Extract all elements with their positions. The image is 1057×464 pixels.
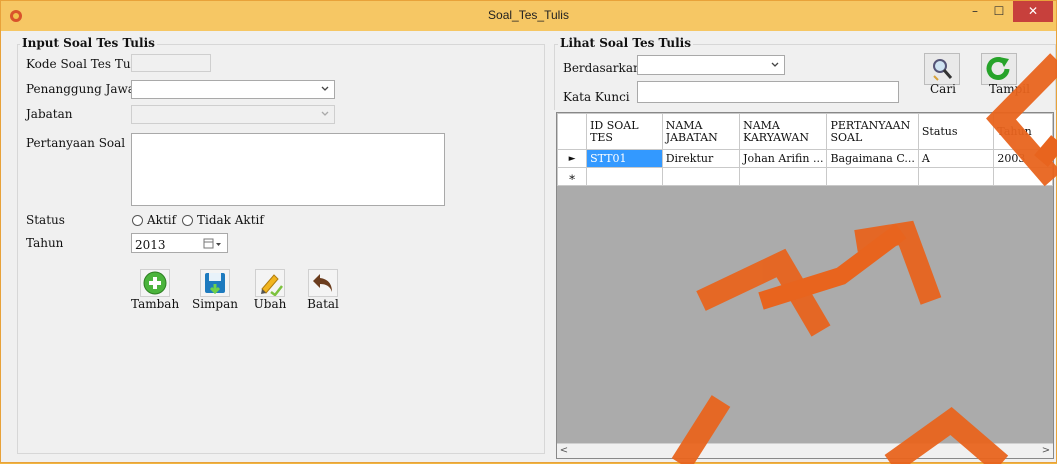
berdasarkan-select[interactable] — [637, 55, 785, 75]
undo-icon — [313, 274, 332, 292]
row-marker[interactable]: ∗ — [557, 167, 588, 186]
cari-button[interactable] — [924, 53, 960, 85]
tampil-label: Tampil — [989, 82, 1030, 96]
berdasarkan-label: Berdasarkan — [563, 61, 641, 75]
table-cell[interactable]: Direktur — [661, 149, 741, 168]
close-button[interactable]: ✕ — [1013, 1, 1053, 22]
kata-kunci-label: Kata Kunci — [563, 90, 630, 104]
table-cell[interactable] — [661, 167, 741, 186]
table-row[interactable]: ► STT01 Direktur Johan Arifin ... Bagaim… — [557, 149, 1053, 168]
table-cell[interactable] — [739, 167, 828, 186]
simpan-label: Simpan — [191, 297, 238, 311]
app-window: Soal_Tes_Tulis – ☐ ✕ Input Soal Tes Tuli… — [0, 0, 1057, 464]
column-header[interactable]: NAMA KARYAWAN — [739, 113, 828, 150]
refresh-icon — [986, 57, 1010, 80]
pertanyaan-textarea[interactable] — [131, 133, 445, 206]
chevron-down-icon — [771, 62, 779, 67]
table-cell[interactable] — [917, 167, 995, 186]
column-header[interactable]: Status — [917, 113, 995, 150]
table-cell[interactable] — [586, 167, 663, 186]
pertanyaan-label: Pertanyaan Soal — [26, 136, 126, 150]
scroll-left-button[interactable]: < — [557, 444, 571, 458]
table-header-row: ID SOAL TES NAMA JABATAN NAMA KARYAWAN P… — [557, 113, 1053, 150]
calendar-icon — [203, 238, 221, 249]
jabatan-label: Jabatan — [26, 107, 73, 121]
column-header[interactable]: ID SOAL TES — [586, 113, 663, 150]
status-aktif-radio[interactable]: Aktif — [132, 213, 176, 227]
batal-label: Batal — [307, 297, 339, 311]
title-bar[interactable]: Soal_Tes_Tulis – ☐ ✕ — [1, 1, 1056, 31]
column-header[interactable]: PERTANYAAN SOAL — [826, 113, 919, 150]
kode-field[interactable] — [131, 54, 211, 72]
jabatan-select[interactable] — [131, 105, 335, 124]
table-cell[interactable]: 2003 — [993, 149, 1053, 168]
penanggung-label: Penanggung Jawab — [26, 82, 143, 96]
window-title: Soal_Tes_Tulis — [488, 8, 569, 22]
tambah-button[interactable]: Tambah — [131, 269, 179, 311]
add-icon — [143, 271, 167, 295]
table-cell[interactable] — [826, 167, 919, 186]
cari-label: Cari — [930, 82, 956, 96]
maximize-button[interactable]: ☐ — [987, 1, 1011, 22]
table-cell[interactable]: Bagaimana C... — [826, 149, 919, 168]
status-label: Status — [26, 213, 65, 227]
status-tidak-label: Tidak Aktif — [197, 213, 264, 227]
status-tidak-aktif-radio[interactable]: Tidak Aktif — [182, 213, 264, 227]
tambah-label: Tambah — [131, 297, 180, 311]
save-icon — [205, 273, 225, 295]
scroll-right-button[interactable]: > — [1039, 444, 1053, 458]
tahun-datepicker[interactable]: 2013 — [131, 233, 228, 253]
penanggung-select[interactable] — [131, 80, 335, 99]
chevron-down-icon — [321, 111, 329, 116]
column-header[interactable]: NAMA JABATAN — [661, 113, 741, 150]
row-header-corner — [557, 113, 588, 150]
ubah-label: Ubah — [253, 297, 287, 311]
search-icon — [933, 59, 953, 81]
ubah-button[interactable]: Ubah — [248, 269, 292, 311]
simpan-button[interactable]: Simpan — [191, 269, 239, 311]
chevron-down-icon — [321, 86, 329, 91]
table-cell[interactable]: STT01 — [586, 149, 663, 168]
table-cell[interactable] — [993, 167, 1053, 186]
minimize-button[interactable]: – — [963, 1, 987, 22]
edit-icon — [261, 274, 283, 296]
batal-button[interactable]: Batal — [301, 269, 345, 311]
tampil-button[interactable] — [981, 53, 1017, 85]
table-row-new[interactable]: ∗ — [557, 167, 1053, 186]
table-cell[interactable]: A — [917, 149, 995, 168]
tahun-value: 2013 — [135, 238, 166, 252]
table-cell[interactable]: Johan Arifin ... — [739, 149, 828, 168]
radio-circle — [182, 214, 193, 226]
soal-table: ID SOAL TES NAMA JABATAN NAMA KARYAWAN P… — [557, 113, 1053, 186]
status-aktif-label: Aktif — [147, 213, 177, 227]
input-group-title: Input Soal Tes Tulis — [20, 36, 157, 50]
tahun-label: Tahun — [26, 236, 64, 250]
row-marker[interactable]: ► — [557, 149, 588, 168]
radio-circle — [132, 214, 143, 226]
kode-label: Kode Soal Tes Tulis — [26, 57, 145, 71]
lihat-group-title: Lihat Soal Tes Tulis — [558, 36, 693, 50]
horizontal-scrollbar[interactable]: < > — [557, 443, 1053, 458]
kata-kunci-input[interactable] — [637, 81, 899, 103]
soal-data-grid[interactable]: ID SOAL TES NAMA JABATAN NAMA KARYAWAN P… — [556, 112, 1054, 459]
column-header[interactable]: Tahun — [993, 113, 1053, 150]
